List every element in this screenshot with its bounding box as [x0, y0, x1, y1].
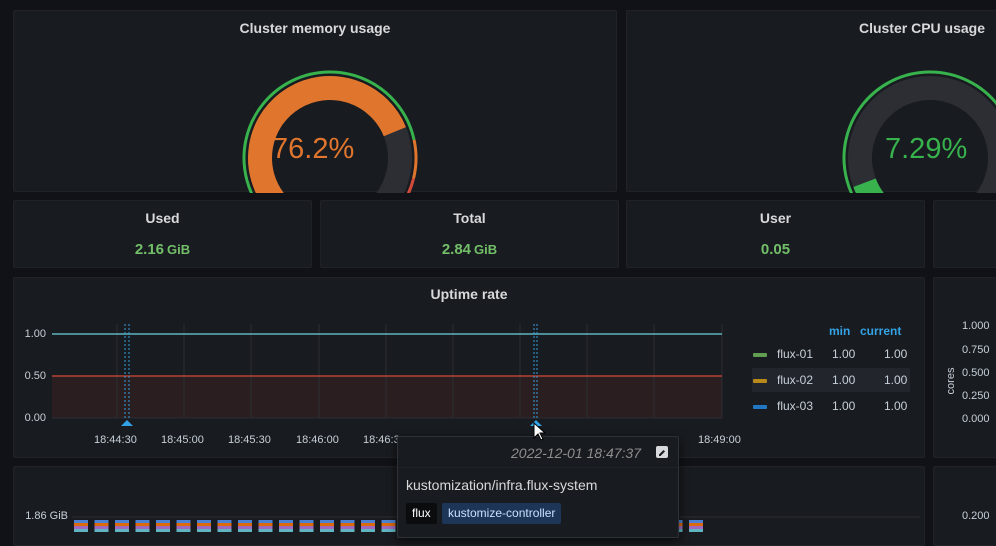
memory-bar-segment [74, 523, 88, 526]
memory-bar-segment [361, 520, 375, 523]
memory-bar-segment [217, 523, 232, 526]
memory-bar-segment [115, 526, 129, 529]
tag-kustomize-controller[interactable]: kustomize-controller [442, 503, 562, 524]
memory-bar-segment [238, 520, 252, 523]
memory-bar-segment [258, 523, 273, 526]
memory-bar-segment [115, 523, 129, 526]
memory-bar-segment [361, 523, 375, 526]
memory-bar-segment [689, 526, 703, 529]
tag-flux[interactable]: flux [406, 503, 437, 524]
memory-bar-segment [689, 520, 703, 523]
memory-bar-segment [156, 526, 170, 529]
memory-bar-segment [74, 520, 88, 523]
memory-bar-segment [381, 526, 396, 529]
memory-bar-segment [176, 520, 191, 523]
cpu-history-panel-partial [933, 466, 996, 546]
memory-bar-segment [238, 526, 252, 529]
memory-bar-segment [135, 526, 150, 529]
memory-bar-segment [320, 520, 334, 523]
memory-bar-segment [340, 523, 355, 526]
memory-bar-segment [197, 520, 211, 523]
memory-bar-segment [176, 526, 191, 529]
pencil-glyph [659, 450, 665, 456]
memory-bar-segment [135, 520, 150, 523]
memory-bar-segment [340, 526, 355, 529]
memory-bar-segment [115, 520, 129, 523]
memory-bar-segment [156, 523, 170, 526]
memory-bar-segment [381, 520, 396, 523]
memory-bar-segment [340, 520, 355, 523]
memory-bar-segment [320, 526, 334, 529]
memory-bar-segment [94, 523, 109, 526]
memory-bar-segment [238, 523, 252, 526]
memory-bar-segment [279, 520, 293, 523]
edit-icon[interactable] [656, 446, 668, 458]
memory-bar-segment [279, 526, 293, 529]
memory-bar-segment [74, 526, 88, 529]
memory-bar-segment [156, 520, 170, 523]
tooltip-divider [398, 467, 678, 468]
y-tick-label: 0.200 [962, 510, 990, 522]
memory-bar-segment [361, 526, 375, 529]
memory-bar-segment [94, 526, 109, 529]
memory-bar-segment [381, 523, 396, 526]
memory-bar-segment [217, 520, 232, 523]
memory-bar-segment [94, 520, 109, 523]
memory-bar-segment [689, 523, 703, 526]
mouse-cursor-icon [533, 422, 547, 441]
memory-bar-segment [197, 526, 211, 529]
memory-bar-segment [299, 523, 314, 526]
memory-bar-segment [176, 523, 191, 526]
memory-bar-segment [299, 520, 314, 523]
memory-bar-segment [258, 520, 273, 523]
memory-bar-segment [258, 526, 273, 529]
memory-bar-segment [135, 523, 150, 526]
memory-bar-segment [279, 523, 293, 526]
memory-bar-segment [217, 526, 232, 529]
memory-bar-segment [320, 523, 334, 526]
memory-bar-segment [299, 526, 314, 529]
annotation-tooltip: 2022-12-01 18:47:37 kustomization/infra.… [397, 436, 679, 538]
tooltip-text: kustomization/infra.flux-system [406, 477, 598, 493]
memory-bar-segment [197, 523, 211, 526]
tooltip-timestamp: 2022-12-01 18:47:37 [511, 445, 641, 461]
